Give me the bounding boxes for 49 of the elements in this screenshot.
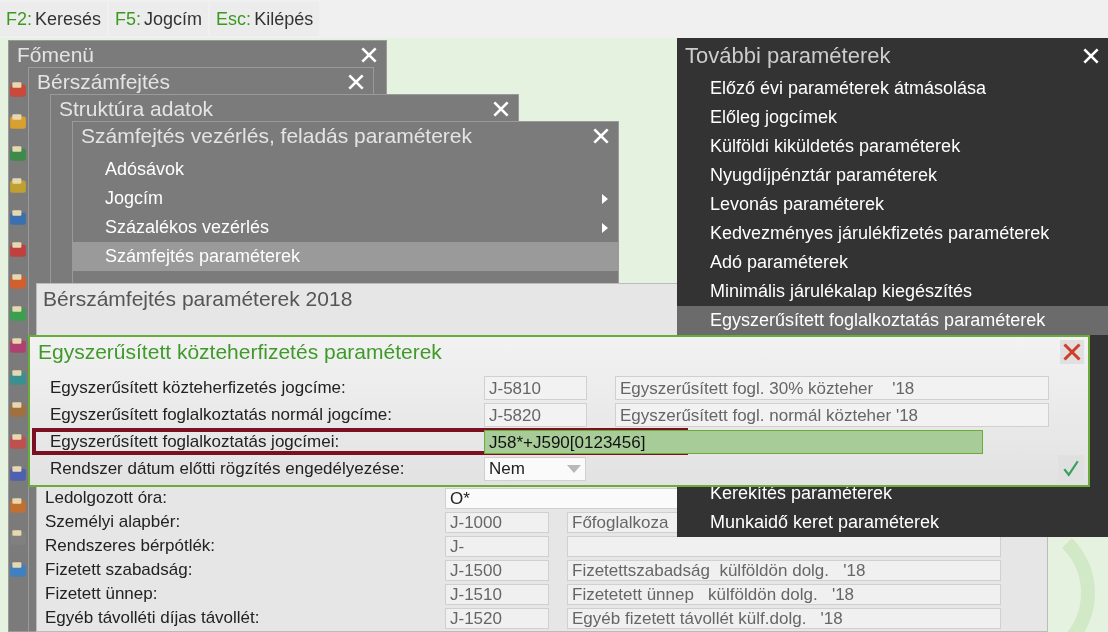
field-label: Egyéb távolléti díjas távollét: [44,608,261,628]
field-label: Egyszerűsített foglalkoztatás jogcímei: [50,431,341,452]
description-field: Fizetettszabadság külföldön dolg. '18 [567,559,1001,581]
code-field[interactable]: J-1000 [445,511,549,533]
menu-item[interactable]: Adósávok [73,155,618,184]
menu-item[interactable]: Egyszerűsített foglalkoztatás paraméterek [677,305,1108,335]
window-title: Főmenü [17,42,95,67]
input-field[interactable]: J58*+J590[0123456] [484,429,983,454]
window-title: Bérszámfejtés [37,69,171,94]
menu-item[interactable]: Munkaidő keret paraméterek [677,508,1108,537]
menu-item[interactable]: Jogcím [73,184,618,213]
field-label: Személyi alapbér: [44,512,182,532]
description-field: Fizetetett ünnep külföldön dolg. '18 [567,583,1001,605]
window-title: Bérszámfejtés paraméterek 2018 [43,287,353,310]
shortcut-button[interactable]: Esc: Kilépés [210,2,320,36]
code-field[interactable]: J-5820 [484,402,587,427]
dialog-title: Egyszerűsített közteherfizetés paraméterek [38,340,442,364]
menu-item[interactable]: Kedvezményes járulékfizetés paraméterek [677,218,1108,248]
field-label: Fizetett szabadság: [44,560,194,580]
description-field: Egyéb fizetett távollét külf.dolg. '18 [567,607,1001,629]
code-field[interactable]: J-1500 [445,559,549,581]
shortcut-button[interactable]: F2: Keresés [0,2,108,36]
field-label: Egyszerűsített foglalkoztatás normál jogcíme: [50,404,394,425]
menu-item[interactable]: Levonás paraméterek [677,189,1108,219]
field-label: Egyszerűsített közteherfizetés jogcíme: [50,377,347,398]
description-field: Egyszerűsített fogl. normál közteher '18 [615,402,1049,427]
field-label: Rendszeres bérpótlék: [44,536,217,556]
code-field[interactable]: J-1520 [445,607,549,629]
code-field[interactable]: J-5810 [484,375,587,400]
menu-item[interactable]: Előző évi paraméterek átmásolása [677,73,1108,103]
description-field: Egyszerűsített fogl. 30% közteher '18 [615,375,1049,400]
menu-item[interactable]: Külföldi kiküldetés paraméterek [677,131,1108,161]
field-label: Fizetett ünnep: [44,584,159,604]
field-label: Rendszer dátum előtti rögzítés engedélyezése: [50,458,406,479]
window-title: További paraméterek [685,42,891,69]
menu-item[interactable]: Minimális járulékalap kiegészítés [677,276,1108,306]
window-title: Számfejtés vezérlés, feladás paraméterek [81,123,472,148]
menu-item[interactable]: Százalékos vezérlés [73,213,618,242]
menu-item[interactable]: Adó paraméterek [677,247,1108,277]
code-field[interactable]: J- [445,535,549,557]
menu-item[interactable]: Előleg jogcímek [677,102,1108,132]
menu-item[interactable]: Nyugdíjpénztár paraméterek [677,160,1108,190]
close-button[interactable] [1082,46,1100,65]
code-field[interactable]: J-1510 [445,583,549,605]
dropdown-arrow-icon [567,464,581,473]
field-label: Ledolgozott óra: [44,488,168,508]
dropdown[interactable]: Nem [484,456,586,481]
window-title: Struktúra adatok [59,96,214,121]
shortcut-button[interactable]: F5: Jogcím [109,2,209,36]
